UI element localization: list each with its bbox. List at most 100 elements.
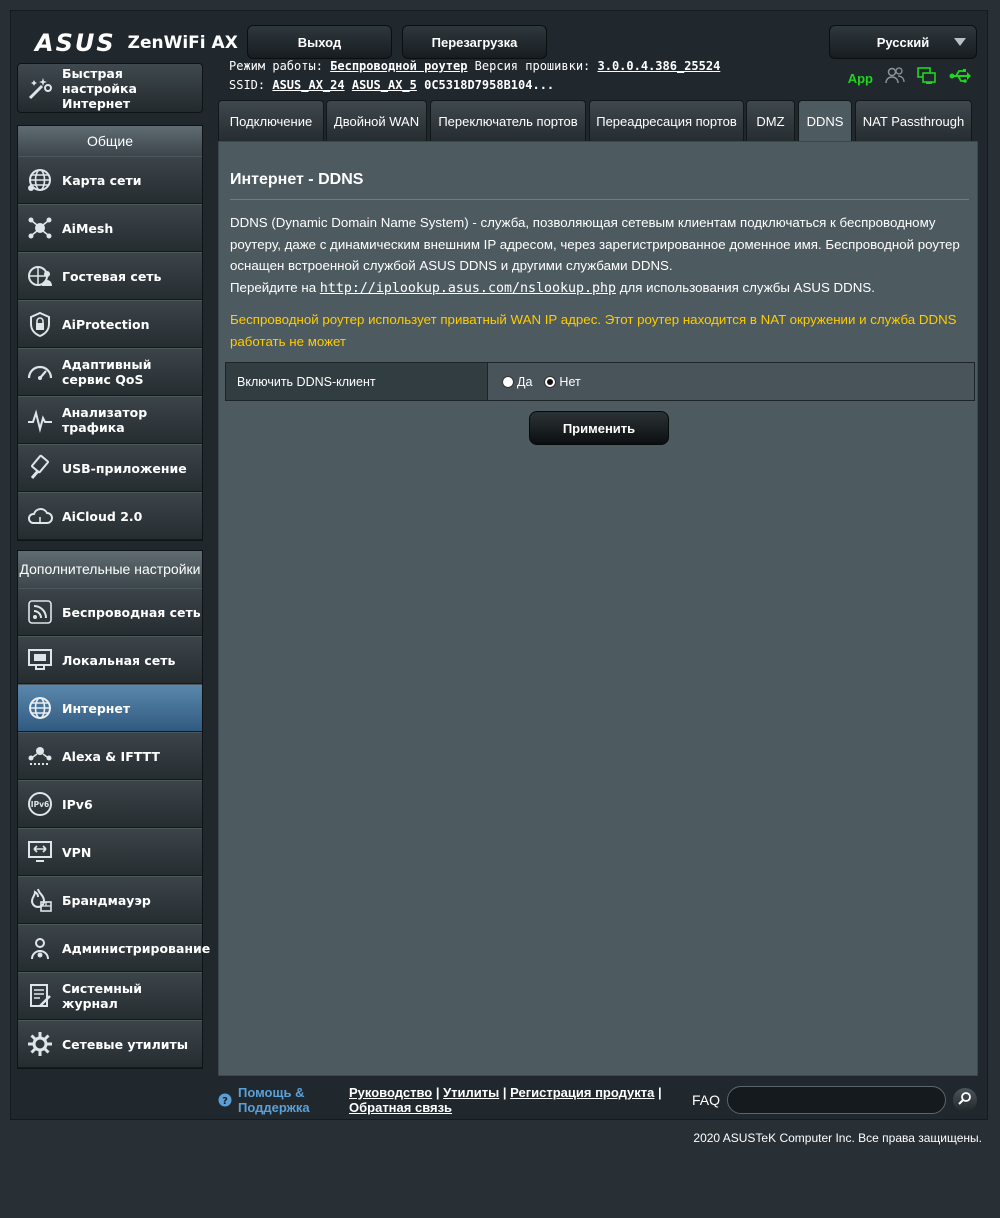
sidebar-item-label: Карта сети — [62, 172, 142, 188]
feedback-link[interactable]: Обратная связь — [349, 1100, 452, 1115]
ssid-5-link[interactable]: ASUS_AX_5 — [352, 78, 417, 92]
sidebar-item-label: Адаптивный сервис QoS — [62, 357, 152, 387]
ssid-label: SSID: — [229, 78, 266, 92]
apply-button[interactable]: Применить — [529, 411, 669, 445]
advanced-section-title: Дополнительные настройки — [18, 551, 202, 588]
language-select[interactable]: Русский — [829, 25, 977, 59]
sidebar-item-globe[interactable]: Интернет — [18, 684, 202, 732]
sidebar-item-label: IPv6 — [62, 796, 93, 812]
ddns-yes-label[interactable]: Да — [517, 375, 532, 389]
sidebar-item-usb[interactable]: USB-приложение — [18, 444, 202, 492]
quick-setup-wand-icon — [26, 74, 54, 102]
help-support[interactable]: ? Помощь & Поддержка — [218, 1085, 318, 1115]
sidebar-item-ipv6[interactable]: IPv6 IPv6 — [18, 780, 202, 828]
sidebar-item-shield-lock[interactable]: AiProtection — [18, 300, 202, 348]
svg-text:?: ? — [222, 1096, 228, 1107]
sidebar-item-cloud[interactable]: AiCloud 2.0 — [18, 492, 202, 540]
tab-connection[interactable]: Подключение — [218, 100, 324, 141]
general-section-title: Общие — [18, 126, 202, 156]
app-link[interactable]: App — [848, 71, 873, 86]
utilities-link[interactable]: Утилиты — [443, 1085, 499, 1100]
asus-logo: ASUS ZenWiFi AX — [35, 29, 238, 57]
ddns-client-label: Включить DDNS-клиент — [226, 363, 488, 400]
sidebar-item-globe-network[interactable]: Карта сети — [18, 156, 202, 204]
sidebar-item-label: Анализатор трафика — [62, 405, 148, 435]
firmware-link[interactable]: 3.0.0.4.386_25524 — [598, 59, 721, 73]
description-go-prefix: Перейдите на — [230, 279, 317, 295]
faq-label: FAQ — [692, 1092, 721, 1108]
network-tools-icon — [26, 1030, 54, 1058]
tab-nat-passthrough[interactable]: NAT Passthrough — [855, 100, 972, 141]
usb-icon — [26, 454, 54, 482]
title-divider — [230, 199, 969, 200]
ddns-no-radio[interactable] — [544, 375, 557, 388]
brand-logo: ASUS — [35, 29, 116, 57]
sidebar-item-alexa[interactable]: Alexa & IFTTT — [18, 732, 202, 780]
ssid-24-link[interactable]: ASUS_AX_24 — [272, 78, 344, 92]
product-registration-link[interactable]: Регистрация продукта — [510, 1085, 654, 1100]
iplookup-link[interactable]: http://iplookup.asus.com/nslookup.php — [320, 281, 616, 296]
tab-ddns[interactable]: DDNS — [798, 100, 852, 141]
ddns-client-options: Да Нет — [488, 363, 974, 400]
operation-info: Режим работы: Беспроводной роутер Версия… — [229, 59, 720, 73]
ddns-description: DDNS (Dynamic Domain Name System) - служ… — [230, 212, 975, 299]
sidebar-item-lan[interactable]: Локальная сеть — [18, 636, 202, 684]
shield-lock-icon — [26, 310, 54, 338]
help-support-label[interactable]: Помощь & Поддержка — [238, 1085, 318, 1115]
firmware-label: Версия прошивки: — [474, 59, 591, 73]
mac-address: 0C5318D7958B104... — [424, 78, 555, 92]
vpn-icon — [26, 838, 54, 866]
quick-setup-label: Быстрая настройка Интернет — [62, 65, 137, 111]
quick-internet-setup-button[interactable]: Быстрая настройка Интернет — [17, 63, 203, 113]
sidebar-item-label: Alexa & IFTTT — [62, 748, 160, 764]
mode-link[interactable]: Беспроводной роутер — [330, 59, 467, 73]
sidebar-item-label: AiMesh — [62, 220, 114, 236]
sidebar-item-label: Брандмауэр — [62, 892, 151, 908]
ddns-client-row: Включить DDNS-клиент Да Нет — [225, 362, 975, 401]
sidebar-item-label: Беспроводная сеть — [62, 604, 201, 620]
ddns-no-label[interactable]: Нет — [559, 375, 580, 389]
firewall-icon — [26, 886, 54, 914]
sidebar-item-label: VPN — [62, 844, 92, 860]
tab-port-forwarding[interactable]: Переадресация портов — [589, 100, 744, 141]
sidebar-item-traffic-analyzer[interactable]: Анализатор трафика — [18, 396, 202, 444]
tab-dual-wan[interactable]: Двойной WAN — [326, 100, 427, 141]
logout-button[interactable]: Выход — [247, 25, 392, 59]
reboot-button[interactable]: Перезагрузка — [402, 25, 547, 59]
svg-text:IPv6: IPv6 — [31, 800, 49, 809]
page-title: Интернет - DDNS — [230, 171, 364, 188]
wifi-icon — [26, 598, 54, 626]
network-status-icon[interactable] — [917, 67, 937, 90]
ssid-info: SSID: ASUS_AX_24 ASUS_AX_5 0C5318D7958B1… — [229, 78, 554, 92]
sidebar-item-label: AiProtection — [62, 316, 150, 332]
sidebar-item-guest-network[interactable]: Гостевая сеть — [18, 252, 202, 300]
description-go-suffix: для использования службы ASUS DDNS. — [619, 279, 875, 295]
alexa-icon — [26, 742, 54, 770]
sidebar-item-label: Локальная сеть — [62, 652, 176, 668]
ddns-yes-radio[interactable] — [502, 375, 514, 388]
sidebar-item-speedometer[interactable]: Адаптивный сервис QoS — [18, 348, 202, 396]
usb-status-icon[interactable] — [949, 68, 971, 89]
guest-network-icon — [26, 262, 54, 290]
sidebar-item-network-tools[interactable]: Сетевые утилиты — [18, 1020, 202, 1068]
faq-search-input[interactable] — [727, 1086, 946, 1114]
sidebar-item-admin-gear[interactable]: Администрирование — [18, 924, 210, 972]
faq-search-button[interactable] — [953, 1088, 977, 1112]
globe-icon — [26, 694, 54, 722]
sidebar-item-wifi[interactable]: Беспроводная сеть — [18, 588, 202, 636]
tab-dmz[interactable]: DMZ — [746, 100, 795, 141]
tab-port-trigger[interactable]: Переключатель портов — [430, 100, 586, 141]
sidebar-item-firewall[interactable]: Брандмауэр — [18, 876, 202, 924]
footer-links: Руководство | Утилиты | Регистрация прод… — [349, 1085, 662, 1115]
mode-label: Режим работы: — [229, 59, 323, 73]
sidebar-item-system-log[interactable]: Системный журнал — [18, 972, 202, 1020]
clients-icon[interactable] — [885, 67, 905, 90]
sidebar-item-aimesh[interactable]: AiMesh — [18, 204, 202, 252]
manual-link[interactable]: Руководство — [349, 1085, 432, 1100]
sidebar-item-label: AiCloud 2.0 — [62, 508, 143, 524]
sidebar-item-vpn[interactable]: VPN — [18, 828, 202, 876]
footer: ? Помощь & Поддержка Руководство | Утили… — [218, 1079, 978, 1119]
sidebar-item-label: USB-приложение — [62, 460, 187, 476]
copyright: 2020 ASUSTeK Computer Inc. Все права защ… — [693, 1131, 982, 1145]
help-icon: ? — [218, 1093, 232, 1115]
